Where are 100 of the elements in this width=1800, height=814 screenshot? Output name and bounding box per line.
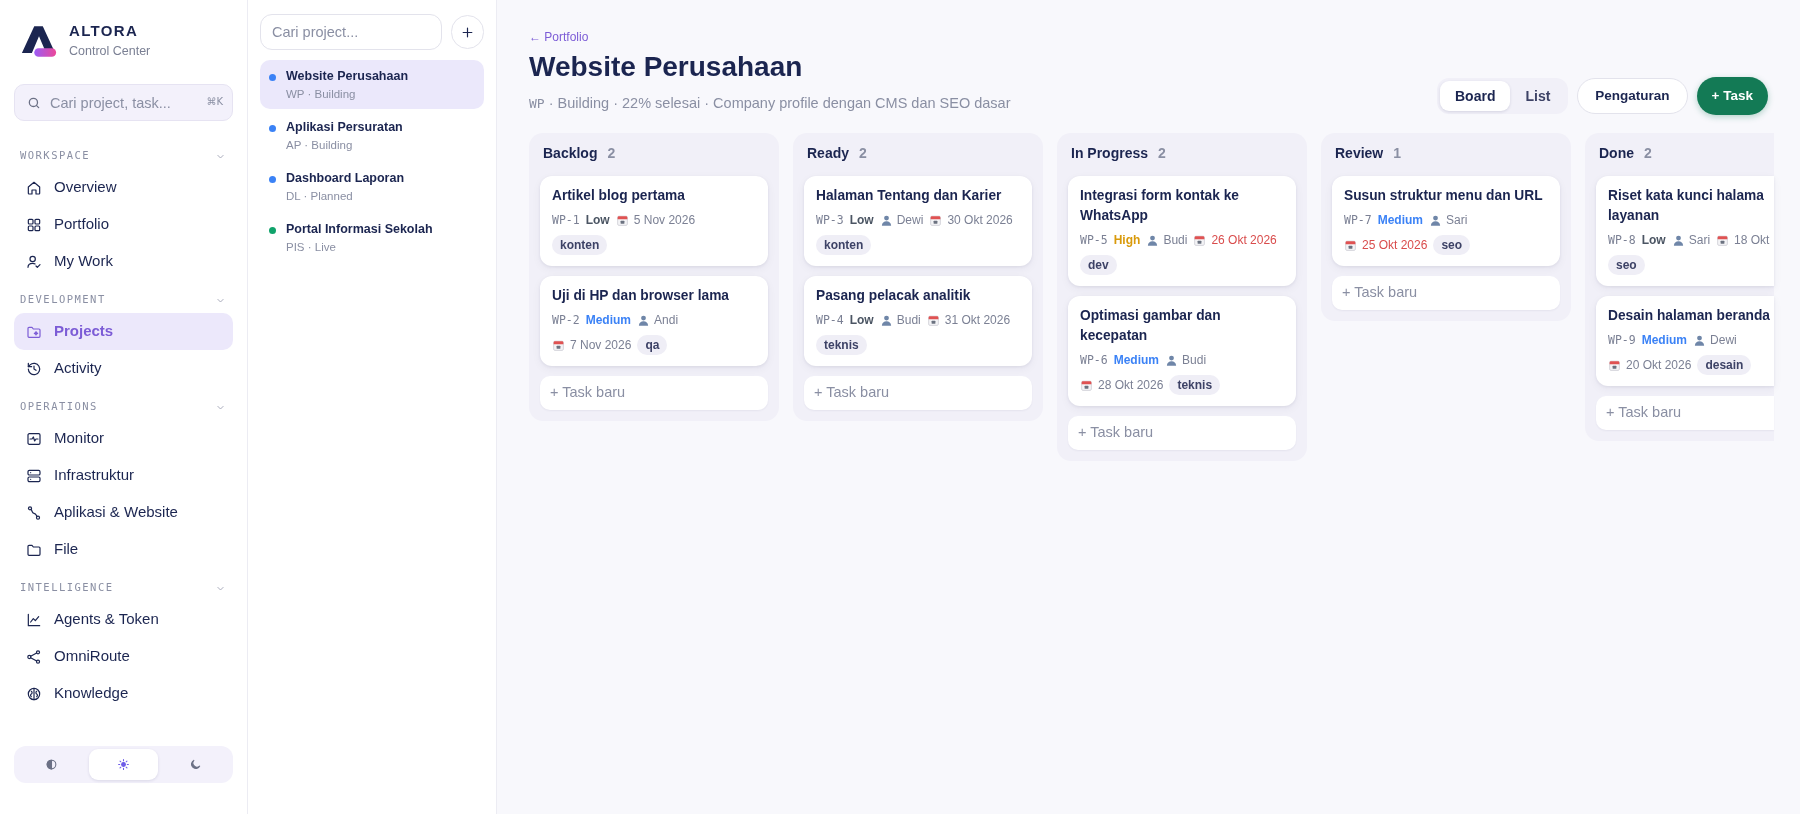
- server-icon: [26, 467, 42, 484]
- column-title: Ready: [807, 143, 850, 163]
- priority-label: Low: [1641, 232, 1666, 249]
- calendar-icon: [1716, 233, 1730, 247]
- priority-label: Medium: [585, 312, 632, 329]
- view-tab[interactable]: List: [1510, 81, 1566, 111]
- share-nodes-icon: [26, 648, 42, 665]
- assignee-name: Budi: [896, 312, 921, 329]
- tag: teknis: [816, 335, 867, 355]
- priority-label: Medium: [1377, 212, 1424, 229]
- settings-button[interactable]: Pengaturan: [1577, 78, 1688, 114]
- task-title: Integrasi form kontak ke WhatsApp: [1080, 187, 1240, 225]
- column-count: 2: [607, 143, 616, 163]
- nav-item[interactable]: Agents & Token: [14, 601, 233, 638]
- nav-item[interactable]: Portfolio: [14, 206, 233, 243]
- task-id: WP-8: [1608, 232, 1636, 249]
- task-id: WP-9: [1608, 332, 1636, 349]
- project-item[interactable]: Website Perusahaan WP · Building: [260, 60, 484, 109]
- assignee-name: Sari: [1688, 232, 1711, 249]
- calendar-icon: [1344, 238, 1357, 252]
- add-task-button[interactable]: + Task: [1696, 77, 1768, 115]
- task-title: Riset kata kunci halama layanan: [1608, 187, 1765, 225]
- nav-item[interactable]: Overview: [14, 169, 233, 206]
- tag: konten: [816, 235, 872, 255]
- project-meta: WP · Building: [286, 87, 357, 102]
- assignee-name: Sari: [1446, 212, 1468, 229]
- task-card[interactable]: Pasang pelacak analitik WP-4 Low Budi 31 Okt 2026 teknis: [804, 276, 1032, 366]
- project-name: Website Perusahaan: [286, 69, 409, 84]
- user-check-icon: [26, 253, 42, 270]
- task-title: Optimasi gambar dan kecepatan: [1080, 307, 1222, 345]
- search-field[interactable]: Cari project...: [260, 14, 442, 50]
- person-icon: [637, 313, 651, 327]
- task-card[interactable]: Artikel blog pertama WP-1 Low 5 Nov 2026 konten: [540, 176, 768, 266]
- task-id: WP-1: [552, 212, 580, 229]
- project-meta: AP · Building: [286, 138, 354, 153]
- tag: teknis: [1169, 375, 1221, 395]
- priority-label: Medium: [1113, 352, 1160, 369]
- nav-item[interactable]: My Work: [14, 243, 233, 280]
- column-title: Done: [1599, 143, 1634, 163]
- nav-item[interactable]: Aplikasi & Website: [14, 494, 233, 531]
- nav-item[interactable]: Monitor: [14, 420, 233, 457]
- priority-label: Low: [849, 212, 874, 229]
- due-date: 31 Okt 2026: [944, 312, 1011, 329]
- moon-icon: [188, 758, 202, 771]
- tag: seo: [1433, 235, 1471, 255]
- person-icon: [1693, 333, 1707, 347]
- logo-icon: [20, 23, 58, 59]
- shortcut-hint: ⌘K: [206, 95, 223, 109]
- due-date: 30 Okt 2026: [947, 212, 1013, 229]
- brain-icon: [26, 685, 42, 702]
- task-title: Artikel blog pertama: [552, 187, 686, 205]
- person-icon: [1671, 233, 1685, 247]
- nav-item[interactable]: Projects: [14, 313, 233, 350]
- project-item[interactable]: Dashboard Laporan DL · Planned: [260, 162, 484, 211]
- calendar-icon: [1080, 378, 1093, 392]
- nav-item[interactable]: Infrastruktur: [14, 457, 233, 494]
- nav-item[interactable]: OmniRoute: [14, 638, 233, 675]
- grid-icon: [26, 216, 42, 233]
- route-icon: [26, 504, 42, 521]
- section-label: INTELLIGENCE: [20, 580, 114, 596]
- task-card[interactable]: Halaman Tentang dan Karier WP-3 Low Dewi 30 Okt 2026 konten: [804, 176, 1032, 266]
- section-label: WORKSPACE: [20, 148, 91, 164]
- assignee-name: Andi: [654, 312, 679, 329]
- project-meta: DL · Planned: [286, 189, 354, 204]
- task-card[interactable]: Optimasi gambar dan kecepatan WP-6 Medium Budi 28 Okt 2026 teknis: [1068, 296, 1296, 406]
- brand-name: ALTORA: [69, 22, 140, 40]
- assignee-name: Budi: [1182, 352, 1207, 369]
- project-name: Aplikasi Persuratan: [286, 120, 403, 135]
- nav-item[interactable]: Knowledge: [14, 675, 233, 712]
- due-date: 7 Nov 2026: [570, 337, 632, 354]
- nav-item[interactable]: File: [14, 531, 233, 568]
- column-count: 2: [1644, 143, 1652, 163]
- tag: seo: [1608, 255, 1645, 275]
- project-name: Portal Informasi Sekolah: [286, 222, 433, 237]
- due-date: 28 Okt 2026: [1098, 377, 1164, 394]
- task-card[interactable]: Susun struktur menu dan URL WP-7 Medium Sari 25 Okt 2026 seo: [1332, 176, 1560, 266]
- assignee-name: Dewi: [1710, 332, 1737, 349]
- task-card[interactable]: Desain halaman beranda WP-9 Medium Dewi 20 Okt 2026 desain: [1596, 296, 1774, 386]
- add-project-button[interactable]: [451, 15, 484, 49]
- task-title: Uji di HP dan browser lama: [552, 287, 731, 305]
- project-item[interactable]: Aplikasi Persuratan AP · Building: [260, 111, 484, 160]
- due-date: 5 Nov 2026: [633, 212, 696, 229]
- project-summary: WP · Building · 22% selesai · Company profile dengan CMS dan SEO dasar: [529, 94, 1011, 113]
- task-card[interactable]: Integrasi form kontak ke WhatsApp WP-5 High Budi 26 Okt 2026 dev: [1068, 176, 1296, 286]
- breadcrumb-link[interactable]: ← Portfolio: [529, 30, 589, 45]
- task-card[interactable]: Uji di HP dan browser lama WP-2 Medium Andi 7 Nov 2026 qa: [540, 276, 768, 366]
- column-count: 2: [859, 143, 867, 163]
- section-label: OPERATIONS: [20, 399, 98, 415]
- assignee-name: Dewi: [896, 212, 924, 229]
- brand-subtitle: Control Center: [69, 43, 151, 60]
- column-title: Backlog: [543, 143, 598, 163]
- view-tab[interactable]: Board: [1440, 81, 1511, 111]
- task-card[interactable]: Riset kata kunci halama layanan WP-8 Low Sari 18 Okt seo: [1596, 176, 1774, 286]
- due-date: 20 Okt 2026: [1626, 357, 1692, 374]
- nav-item[interactable]: Activity: [14, 350, 233, 387]
- line-chart-icon: [26, 611, 42, 628]
- person-icon: [1165, 353, 1179, 367]
- column-count: 2: [1158, 143, 1166, 163]
- project-item[interactable]: Portal Informasi Sekolah PIS · Live: [260, 213, 484, 262]
- task-title: Pasang pelacak analitik: [816, 287, 972, 305]
